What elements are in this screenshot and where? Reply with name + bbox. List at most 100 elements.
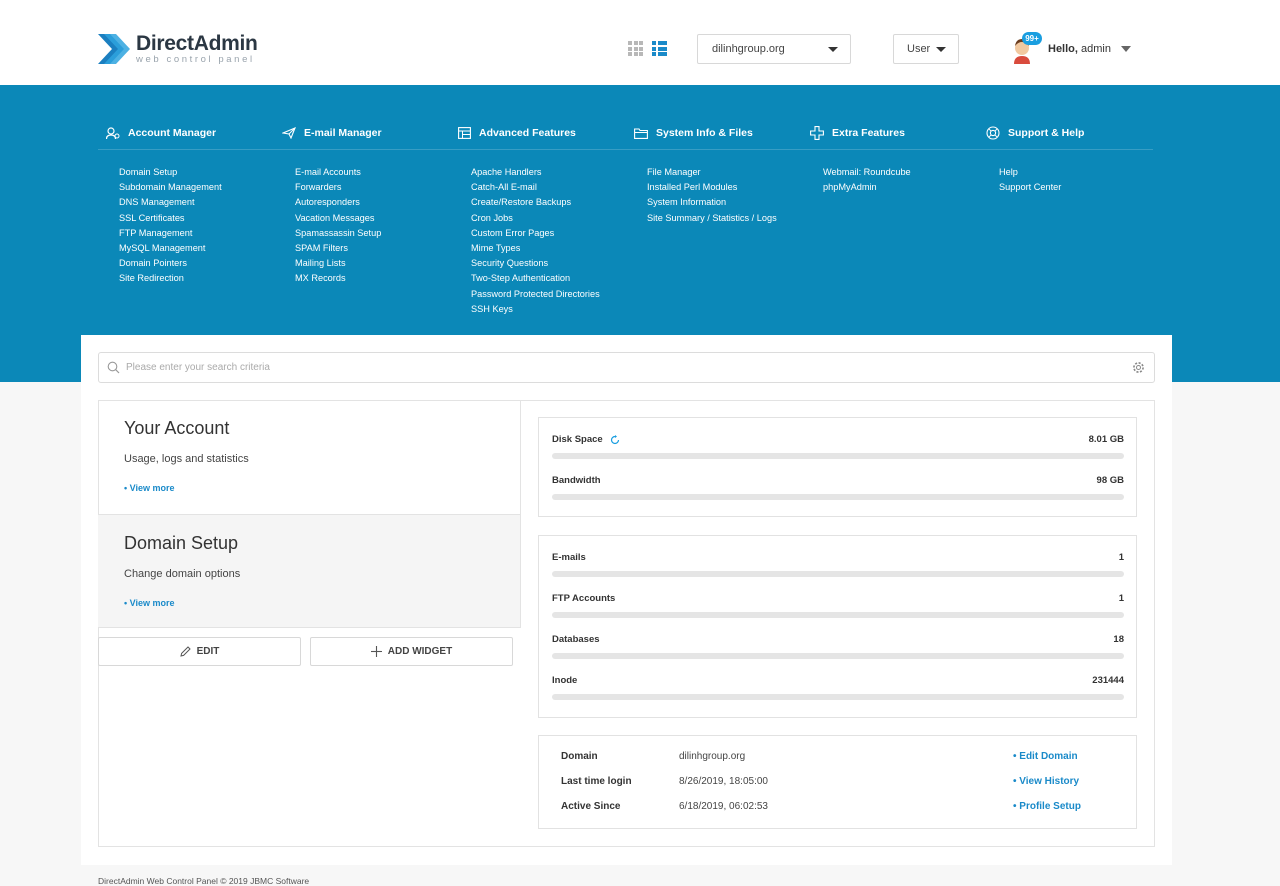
domain-select-value: dilinhgroup.org xyxy=(712,43,785,55)
menu-item[interactable]: phpMyAdmin xyxy=(823,180,978,195)
domain-select[interactable]: dilinhgroup.org xyxy=(697,34,851,64)
info-value: 8/26/2019, 18:05:00 xyxy=(679,776,768,787)
menu-item[interactable]: FTP Management xyxy=(119,226,274,241)
widget-domain-setup[interactable]: Domain Setup Change domain options • Vie… xyxy=(98,514,521,628)
menu-item[interactable]: Subdomain Management xyxy=(119,180,274,195)
profile-setup-link[interactable]: • Profile Setup xyxy=(1013,801,1081,812)
menu-head-support-help[interactable]: Support & Help xyxy=(978,125,1154,141)
menu-head-label: Extra Features xyxy=(832,127,905,139)
menu-item[interactable]: Vacation Messages xyxy=(295,211,450,226)
stat-bar xyxy=(552,653,1124,659)
stat-bar xyxy=(552,494,1124,500)
role-select-value: User xyxy=(907,43,931,55)
info-label: Last time login xyxy=(561,776,632,787)
menu-item[interactable]: Custom Error Pages xyxy=(471,226,626,241)
stat-label: FTP Accounts xyxy=(552,593,616,604)
menu-item[interactable]: Password Protected Directories xyxy=(471,287,626,302)
stat-bar xyxy=(552,571,1124,577)
menu-item[interactable]: Catch-All E-mail xyxy=(471,180,626,195)
view-more-link[interactable]: • View more xyxy=(124,483,520,493)
menu-head-label: Support & Help xyxy=(1008,127,1085,139)
menu-item[interactable]: SSL Certificates xyxy=(119,211,274,226)
widget-title: Domain Setup xyxy=(124,533,239,553)
footer-copyright: DirectAdmin Web Control Panel © 2019 JBM… xyxy=(98,876,310,886)
menu-list-extra-features: Webmail: Roundcube phpMyAdmin xyxy=(802,165,978,195)
menu-item[interactable]: SPAM Filters xyxy=(295,241,450,256)
refresh-icon[interactable] xyxy=(610,434,620,445)
menu-item[interactable]: MX Records xyxy=(295,271,450,286)
stat-value: 231444 xyxy=(1092,675,1124,686)
menu-item[interactable]: Create/Restore Backups xyxy=(471,195,626,210)
menu-head-email-manager[interactable]: E-mail Manager xyxy=(274,125,450,141)
account-info-box: Domain dilinhgroup.org • Edit Domain Las… xyxy=(538,735,1137,829)
menu-head-label: Account Manager xyxy=(128,127,217,139)
list-view-icon[interactable] xyxy=(652,41,667,56)
widget-description: Change domain options xyxy=(124,568,241,580)
search-input[interactable] xyxy=(120,353,1132,382)
menu-head-system-info[interactable]: System Info & Files xyxy=(626,125,802,141)
chevron-down-icon xyxy=(1120,46,1131,52)
menu-item[interactable]: Apache Handlers xyxy=(471,165,626,180)
edit-domain-link[interactable]: • Edit Domain xyxy=(1013,751,1078,762)
gear-icon[interactable] xyxy=(1132,361,1145,374)
user-menu[interactable]: 99+ Hello, admin xyxy=(1012,32,1131,66)
menu-item[interactable]: Help xyxy=(999,165,1154,180)
menu-item[interactable]: Two-Step Authentication xyxy=(471,271,626,286)
menu-section-advanced-features: Advanced Features Apache Handlers Catch-… xyxy=(450,125,626,317)
stat-value: 1 xyxy=(1118,593,1124,604)
menu-item[interactable]: Security Questions xyxy=(471,256,626,271)
role-select[interactable]: User xyxy=(893,34,959,64)
widget-title: Your Account xyxy=(124,418,230,438)
view-more-link[interactable]: • View more xyxy=(124,598,520,608)
menu-item[interactable]: Webmail: Roundcube xyxy=(823,165,978,180)
menu-head-extra-features[interactable]: Extra Features xyxy=(802,125,978,141)
add-widget-button[interactable]: ADD WIDGET xyxy=(310,637,513,666)
menu-item[interactable]: Domain Pointers xyxy=(119,256,274,271)
menu-head-account-manager[interactable]: Account Manager xyxy=(98,125,274,141)
stat-value: 8.01 GB xyxy=(1088,434,1124,445)
pencil-icon xyxy=(179,646,191,657)
view-toggle xyxy=(628,41,667,56)
greeting-prefix: Hello, xyxy=(1048,43,1078,55)
menu-item[interactable]: Autoresponders xyxy=(295,195,450,210)
menu-item[interactable]: Mime Types xyxy=(471,241,626,256)
menu-item[interactable]: Domain Setup xyxy=(119,165,274,180)
menu-item[interactable]: Support Center xyxy=(999,180,1154,195)
menu-item[interactable]: File Manager xyxy=(647,165,802,180)
menu-item[interactable]: Site Redirection xyxy=(119,271,274,286)
menu-item[interactable]: E-mail Accounts xyxy=(295,165,450,180)
menu-item[interactable]: System Information xyxy=(647,195,802,210)
menu-item[interactable]: Installed Perl Modules xyxy=(647,180,802,195)
widget-your-account[interactable]: Your Account Usage, logs and statistics … xyxy=(98,400,521,514)
grid-view-icon[interactable] xyxy=(628,41,643,56)
view-history-link[interactable]: • View History xyxy=(1013,776,1079,787)
menu-item[interactable]: DNS Management xyxy=(119,195,274,210)
menu-item[interactable]: Site Summary / Statistics / Logs xyxy=(647,211,802,226)
menu-item[interactable]: Cron Jobs xyxy=(471,211,626,226)
menu-list-advanced-features: Apache Handlers Catch-All E-mail Create/… xyxy=(450,165,626,317)
menu-list-system-info: File Manager Installed Perl Modules Syst… xyxy=(626,165,802,226)
stat-inode: Inode 231444 xyxy=(552,675,1124,700)
menu-head-label: E-mail Manager xyxy=(304,127,382,139)
menu-item[interactable]: SSH Keys xyxy=(471,302,626,317)
menu-item[interactable]: MySQL Management xyxy=(119,241,274,256)
menu-head-advanced-features[interactable]: Advanced Features xyxy=(450,125,626,141)
stat-value: 18 xyxy=(1113,634,1124,645)
directadmin-logo-icon xyxy=(98,34,130,64)
add-widget-button-label: ADD WIDGET xyxy=(387,646,453,657)
logo[interactable]: DirectAdmin web control panel xyxy=(98,30,258,68)
menu-item[interactable]: Forwarders xyxy=(295,180,450,195)
logo-subtitle: web control panel xyxy=(136,54,255,65)
stat-databases: Databases 18 xyxy=(552,634,1124,659)
stat-value: 1 xyxy=(1118,552,1124,563)
menu-item[interactable]: Spamassassin Setup xyxy=(295,226,450,241)
info-value: 6/18/2019, 06:02:53 xyxy=(679,801,768,812)
widget-description: Usage, logs and statistics xyxy=(124,453,249,465)
menu-item[interactable]: Mailing Lists xyxy=(295,256,450,271)
stat-disk-space: Disk Space 8.01 GB xyxy=(552,434,1124,459)
lifebuoy-icon xyxy=(986,126,1000,140)
stat-label: Inode xyxy=(552,675,578,686)
account-icon xyxy=(106,126,120,139)
menu-section-extra-features: Extra Features Webmail: Roundcube phpMyA… xyxy=(802,125,978,195)
edit-button[interactable]: EDIT xyxy=(98,637,301,666)
